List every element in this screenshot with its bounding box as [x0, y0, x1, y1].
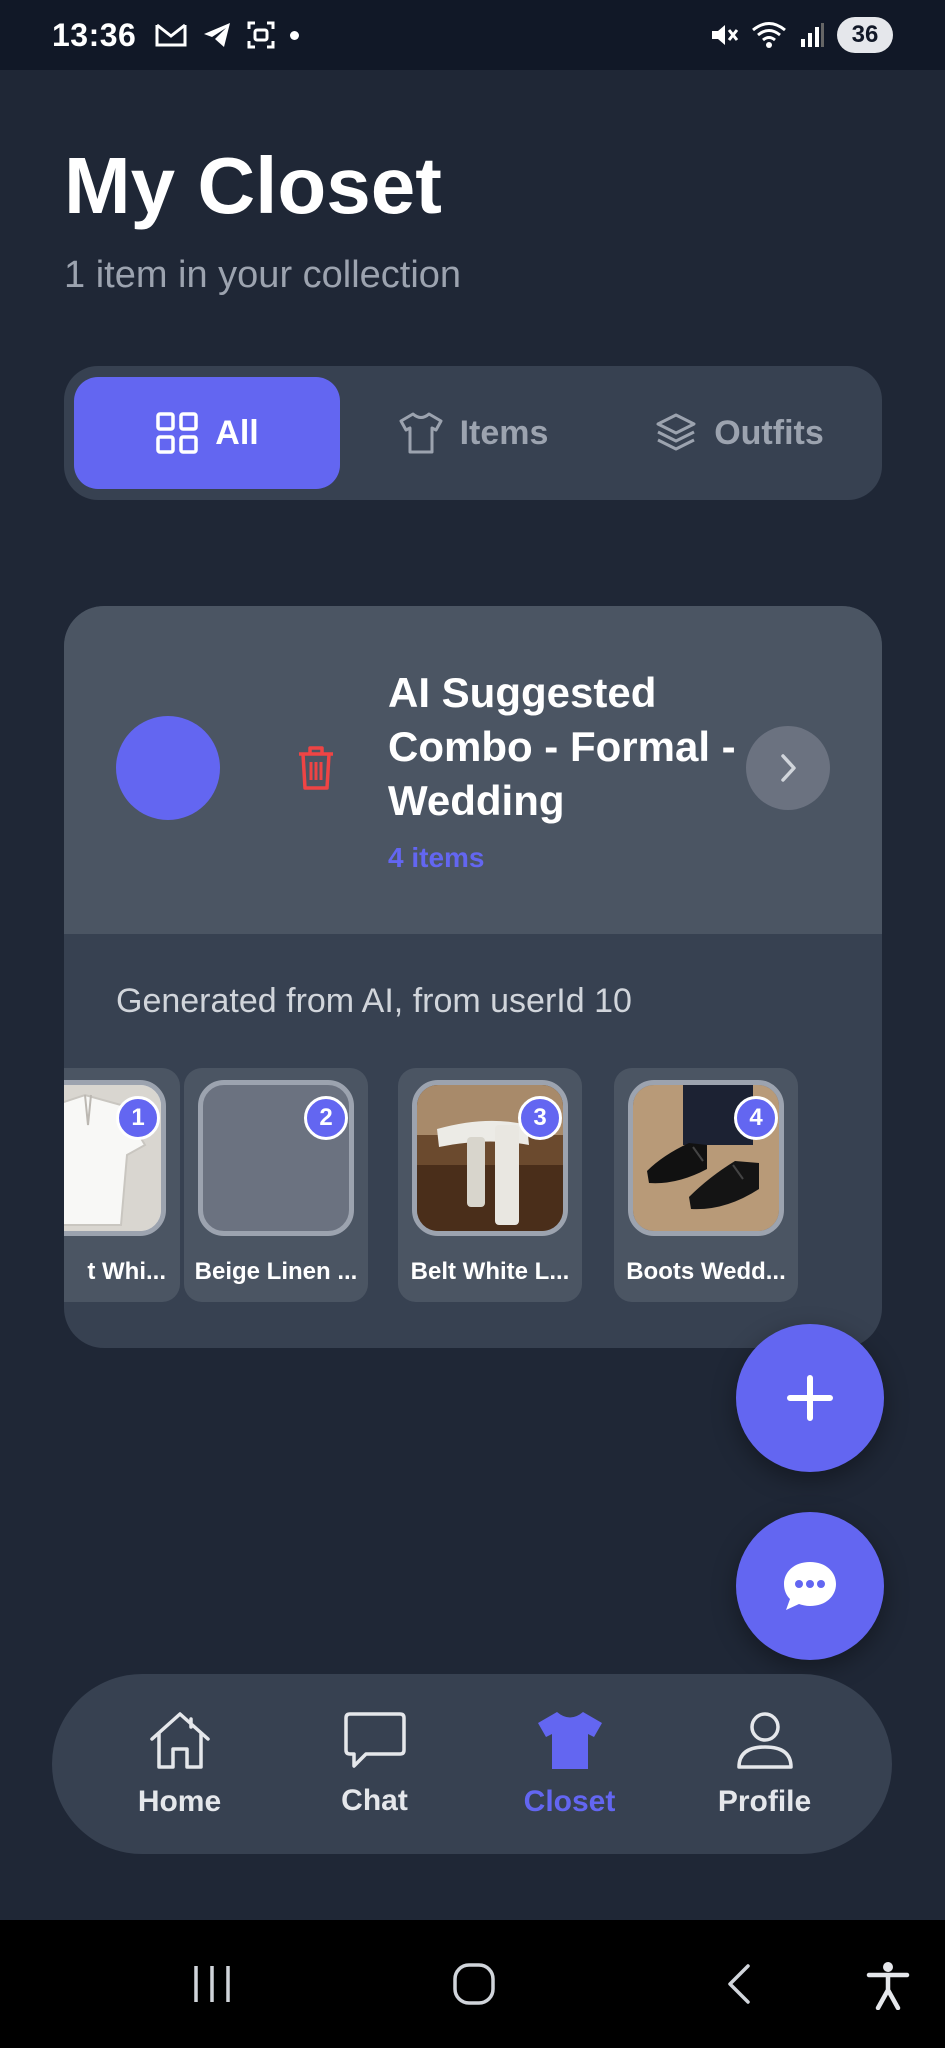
more-notifications-dot: [290, 30, 300, 40]
item-label: Beige Linen ...: [194, 1258, 358, 1285]
grid-icon: [156, 412, 199, 454]
outfit-items-strip[interactable]: 1 t Whi... 2 Beige Linen ... 3 Belt Whit…: [64, 1068, 882, 1302]
chat-icon: [343, 1712, 406, 1768]
delete-button[interactable]: [296, 744, 336, 797]
item-number-badge: 2: [304, 1096, 348, 1140]
item-label: Belt White L...: [410, 1258, 570, 1285]
outfit-item-tile[interactable]: 4 Boots Wedd...: [614, 1068, 798, 1302]
outfit-item-tile[interactable]: 3 Belt White L...: [398, 1068, 582, 1302]
tab-all[interactable]: All: [74, 377, 340, 489]
item-label: Boots Wedd...: [626, 1258, 786, 1285]
layers-icon: [656, 413, 696, 451]
battery-level: 36: [837, 17, 893, 53]
outfit-title: AI Suggested Combo - Formal - Wedding: [388, 669, 736, 824]
outfit-description: Generated from AI, from userId 10: [116, 982, 632, 1020]
outfit-item-tile[interactable]: 2 Beige Linen ...: [184, 1068, 368, 1302]
plus-icon: [787, 1375, 833, 1421]
notification-icons: [154, 20, 300, 50]
mute-icon: [712, 25, 739, 45]
system-navigation-bar: [0, 1920, 945, 2048]
user-icon: [736, 1712, 793, 1769]
outfit-card-header: AI Suggested Combo - Formal - Wedding 4 …: [64, 606, 882, 934]
nav-profile[interactable]: Profile: [685, 1709, 845, 1819]
nav-chat[interactable]: Chat: [295, 1710, 455, 1818]
screenshot-icon: [247, 21, 275, 49]
tab-outfits[interactable]: Outfits: [606, 377, 872, 489]
page-title: My Closet: [64, 141, 442, 230]
back-icon[interactable]: [724, 1962, 754, 2006]
wifi-icon: [752, 22, 786, 48]
open-outfit-button[interactable]: [746, 726, 830, 810]
status-bar: 13:36 36: [0, 0, 945, 70]
tab-items-label: Items: [459, 413, 549, 452]
chat-bubble-icon: [784, 1562, 836, 1610]
tshirt-icon: [399, 412, 443, 454]
chevron-right-icon: [781, 754, 796, 782]
bottom-navigation: Home Chat Closet Profile: [52, 1674, 892, 1854]
nav-profile-label: Profile: [717, 1785, 812, 1818]
signal-icon: [801, 23, 824, 47]
tab-all-label: All: [215, 413, 259, 452]
page-subtitle: 1 item in your collection: [64, 254, 462, 296]
outfit-avatar: [116, 716, 220, 820]
filter-tabs: All Items Outfits: [64, 366, 882, 500]
item-label: t Whi...: [87, 1258, 166, 1285]
nav-closet[interactable]: Closet: [490, 1709, 650, 1819]
status-time: 13:36: [52, 16, 137, 53]
tab-items[interactable]: Items: [340, 377, 606, 489]
home-icon: [149, 1712, 210, 1769]
item-number-badge: 4: [734, 1096, 778, 1140]
trash-icon: [299, 746, 333, 790]
outfit-item-tile[interactable]: 1 t Whi...: [64, 1068, 180, 1302]
item-number-badge: 3: [518, 1096, 562, 1140]
nav-closet-label: Closet: [523, 1785, 616, 1818]
nav-home-label: Home: [137, 1785, 222, 1818]
outfit-item-count: 4 items: [388, 842, 485, 873]
outfit-card[interactable]: AI Suggested Combo - Formal - Wedding 4 …: [64, 606, 882, 1348]
add-item-button[interactable]: [736, 1324, 884, 1472]
accessibility-icon[interactable]: [866, 1960, 910, 2010]
open-chat-button[interactable]: [736, 1512, 884, 1660]
tshirt-icon: [537, 1712, 602, 1769]
nav-chat-label: Chat: [341, 1784, 408, 1817]
home-system-icon[interactable]: [452, 1962, 496, 2006]
recent-apps-icon[interactable]: [190, 1964, 234, 2004]
item-number-badge: 1: [116, 1096, 160, 1140]
tab-outfits-label: Outfits: [714, 413, 824, 452]
telegram-icon: [204, 23, 231, 47]
nav-home[interactable]: Home: [100, 1709, 260, 1819]
gmail-icon: [155, 23, 187, 47]
